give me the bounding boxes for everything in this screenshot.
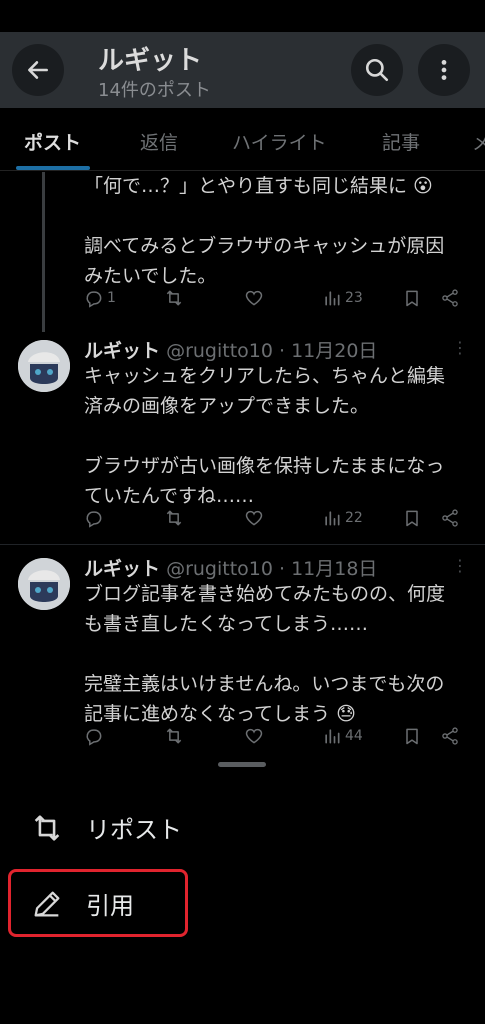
tweet-more-icon[interactable]: ⋮ [452,338,468,357]
repost-button[interactable] [164,726,184,746]
share-icon [442,727,458,745]
tab-replies[interactable]: 返信 [140,128,178,155]
reply-button[interactable] [84,508,104,528]
avatar[interactable] [18,340,70,392]
repost-button[interactable] [164,508,184,528]
avatar[interactable] [18,558,70,610]
repost-icon [34,814,60,841]
avatar-image [18,340,70,392]
like-button[interactable] [244,726,264,746]
share-button[interactable] [440,508,460,528]
share-button[interactable] [440,726,460,746]
repost-icon [166,290,182,306]
share-icon [442,289,458,307]
profile-header: ルギット 14件のポスト [0,32,485,108]
view-count: 44 [345,728,363,744]
heart-icon [245,510,263,526]
tweet-header: ルギット @rugitto10 · 11月20日 [84,336,377,363]
view-count: 23 [345,290,363,306]
tweet-divider [0,544,485,545]
view-count: 22 [345,510,363,526]
reply-icon [86,729,102,746]
share-button[interactable] [440,288,460,308]
analytics-icon [325,511,340,526]
analytics-icon [325,291,340,306]
author-name[interactable]: ルギット [84,558,160,580]
reply-icon [86,291,102,308]
repost-option-label: リポスト [86,816,182,844]
more-vertical-icon [441,60,447,80]
tweet-actions: 22 [84,508,464,536]
author-handle-date: @rugitto10 · 11月18日 [166,558,378,580]
reply-button[interactable]: 1 [84,288,116,308]
tweet-actions: 1 23 [84,288,464,316]
views-button[interactable]: 22 [322,508,363,528]
bookmark-icon [406,728,418,745]
profile-tabs: ポスト 返信 ハイライト 記事 メ [0,118,485,170]
tab-media[interactable]: メ [472,128,485,155]
tweet-text: ブログ記事を書き始めてみたものの、何度 も書き直したくなってしまう…… 完璧主義… [84,583,446,725]
author-name[interactable]: ルギット [84,340,160,362]
repost-option[interactable]: リポスト [30,810,182,845]
bookmark-button[interactable] [402,288,422,308]
views-button[interactable]: 23 [322,288,363,308]
like-button[interactable] [244,508,264,528]
tweet-header: ルギット @rugitto10 · 11月18日 [84,554,377,581]
bookmark-icon [406,290,418,307]
search-button[interactable] [351,44,403,96]
reply-count: 1 [107,290,116,306]
bookmark-button[interactable] [402,726,422,746]
sheet-grabber[interactable] [218,762,266,767]
repost-icon [166,728,182,744]
author-handle-date: @rugitto10 · 11月20日 [166,340,378,362]
tweet-more-icon[interactable]: ⋮ [452,556,468,575]
bookmark-button[interactable] [402,508,422,528]
avatar-image [18,558,70,610]
tweet-text: キャッシュをクリアしたら、ちゃんと編集 済みの画像をアップできました。 ブラウザ… [84,365,446,507]
more-options-button[interactable] [418,44,470,96]
reply-button[interactable] [84,726,104,746]
tab-articles[interactable]: 記事 [382,128,420,155]
highlight-box [8,869,188,937]
repost-button[interactable] [164,288,184,308]
search-icon [365,58,389,82]
thread-line [42,172,45,332]
reply-icon [86,511,102,528]
tweet-actions: 44 [84,726,464,754]
tab-posts[interactable]: ポスト [24,128,81,155]
heart-icon [245,290,263,306]
bookmark-icon [406,510,418,527]
tweet-text: 「何で…？」とやり直すも同じ結果に 😮 調べてみるとブラウザのキャッシュが原因 … [84,175,445,287]
repost-icon [166,510,182,526]
back-button[interactable] [12,44,64,96]
heart-icon [245,728,263,744]
share-icon [442,509,458,527]
views-button[interactable]: 44 [322,726,363,746]
back-arrow-icon [28,61,48,79]
analytics-icon [325,729,340,744]
tab-highlights[interactable]: ハイライト [232,128,327,155]
like-button[interactable] [244,288,264,308]
post-count: 14件のポスト [98,80,211,101]
profile-name: ルギット [98,46,203,76]
